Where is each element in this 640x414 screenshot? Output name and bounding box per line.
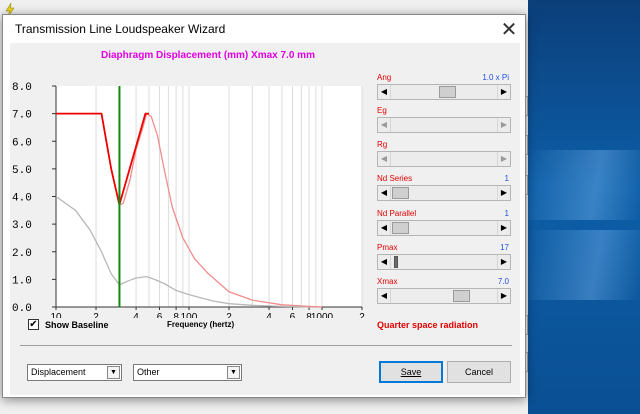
arrow-left-icon[interactable]: ◀ bbox=[378, 85, 391, 99]
arrow-right-icon[interactable]: ▶ bbox=[497, 221, 510, 235]
arrow-left-icon[interactable]: ◀ bbox=[378, 221, 391, 235]
show-baseline-label[interactable]: Show Baseline bbox=[45, 320, 109, 330]
slider-value: 1 bbox=[504, 209, 509, 218]
x-tick-label: 2 bbox=[226, 312, 232, 318]
y-tick-label: 6.0 bbox=[12, 137, 32, 149]
x-axis-label: Frequency (hertz) bbox=[167, 320, 235, 329]
scrollbar-track[interactable]: ◀ ▶ bbox=[377, 220, 511, 236]
slider-value: 7.0 bbox=[497, 277, 509, 286]
other-select[interactable]: Other ▼ bbox=[133, 364, 242, 381]
slider-label: Ang bbox=[377, 73, 392, 82]
scrollbar-thumb[interactable] bbox=[392, 187, 409, 199]
x-tick-label: 100 bbox=[181, 312, 198, 318]
arrow-left-icon[interactable]: ◀ bbox=[378, 186, 391, 200]
scrollbar-thumb[interactable] bbox=[394, 256, 398, 268]
title-bar[interactable]: Transmission Line Loudspeaker Wizard ✕ bbox=[3, 15, 525, 43]
chevron-down-icon[interactable]: ▼ bbox=[227, 366, 240, 379]
arrow-right-icon[interactable]: ▶ bbox=[497, 118, 510, 132]
slider-label: Eg bbox=[377, 106, 387, 115]
slider-label: Nd Parallel bbox=[377, 209, 417, 218]
desktop-wallpaper bbox=[528, 0, 640, 414]
x-tick-label: 6 bbox=[290, 312, 296, 318]
scrollbar-thumb[interactable] bbox=[453, 290, 470, 302]
slider-label: Pmax bbox=[377, 243, 398, 252]
slider-label: Rg bbox=[377, 140, 388, 149]
save-button[interactable]: Save bbox=[379, 361, 443, 383]
y-tick-label: 3.0 bbox=[12, 220, 32, 232]
x-tick-label: 6 bbox=[157, 312, 163, 318]
other-select-value: Other bbox=[137, 367, 160, 377]
chart-title: Diaphragm Displacement (mm) Xmax 7.0 mm bbox=[101, 50, 315, 61]
arrow-right-icon[interactable]: ▶ bbox=[497, 152, 510, 166]
divider bbox=[20, 345, 512, 346]
slider-value: 1.0 x Pi bbox=[482, 73, 509, 82]
slider-label: Nd Series bbox=[377, 174, 413, 183]
displacement-chart: 8.07.06.05.04.03.02.01.00.010 2 4 6 8 100 2 4 6 8… bbox=[12, 82, 365, 318]
y-tick-label: 5.0 bbox=[12, 165, 32, 177]
close-button[interactable]: ✕ bbox=[493, 15, 525, 43]
x-tick-label: 4 bbox=[133, 312, 139, 318]
slider-label: Xmax bbox=[377, 277, 398, 286]
close-icon: ✕ bbox=[500, 18, 518, 41]
arrow-right-icon[interactable]: ▶ bbox=[497, 289, 510, 303]
chevron-down-icon[interactable]: ▼ bbox=[107, 366, 120, 379]
plot-type-select[interactable]: Displacement ▼ bbox=[27, 364, 122, 381]
radiation-label: Quarter space radiation bbox=[377, 320, 479, 330]
dialog-client: 8.0 7.0 6.0 5.0 4.0 3.0 2.0 1.0 0.0 10 2 4 6 8 100 2 4 6 8… bbox=[10, 43, 520, 395]
x-tick-label: 2 bbox=[93, 312, 99, 318]
arrow-right-icon[interactable]: ▶ bbox=[497, 85, 510, 99]
scrollbar-track[interactable]: ◀ ▶ bbox=[377, 117, 511, 133]
wizard-dialog: Transmission Line Loudspeaker Wizard ✕ 8… bbox=[2, 14, 526, 398]
arrow-right-icon[interactable]: ▶ bbox=[497, 255, 510, 269]
scrollbar-track[interactable]: ◀ ▶ bbox=[377, 84, 511, 100]
y-tick-label: 0.0 bbox=[12, 303, 32, 315]
y-tick-label: 7.0 bbox=[12, 110, 32, 122]
x-tick-label: 2 bbox=[359, 312, 365, 318]
y-tick-label: 1.0 bbox=[12, 275, 32, 287]
window-title: Transmission Line Loudspeaker Wizard bbox=[15, 22, 226, 36]
y-tick-label: 8.0 bbox=[12, 82, 32, 94]
scrollbar-thumb[interactable] bbox=[392, 222, 409, 234]
scrollbar-track[interactable]: ◀ ▶ bbox=[377, 254, 511, 270]
scrollbar-track[interactable]: ◀ ▶ bbox=[377, 185, 511, 201]
cancel-button[interactable]: Cancel bbox=[447, 361, 511, 383]
arrow-left-icon[interactable]: ◀ bbox=[378, 255, 391, 269]
show-baseline-checkbox[interactable]: ✔ bbox=[28, 319, 39, 330]
scrollbar-track[interactable]: ◀ ▶ bbox=[377, 151, 511, 167]
x-tick-label: 1000 bbox=[311, 312, 334, 318]
arrow-left-icon[interactable]: ◀ bbox=[378, 118, 391, 132]
slider-value: 17 bbox=[500, 243, 509, 252]
arrow-left-icon[interactable]: ◀ bbox=[378, 289, 391, 303]
scrollbar-track[interactable]: ◀ ▶ bbox=[377, 288, 511, 304]
x-tick-label: 4 bbox=[266, 312, 272, 318]
save-button-label: Save bbox=[400, 367, 422, 377]
check-icon: ✔ bbox=[29, 319, 38, 330]
slider-value: 1 bbox=[504, 174, 509, 183]
plot-type-value: Displacement bbox=[31, 367, 86, 377]
scrollbar-thumb[interactable] bbox=[439, 86, 456, 98]
y-tick-label: 4.0 bbox=[12, 193, 32, 205]
cancel-button-label: Cancel bbox=[464, 367, 493, 377]
arrow-left-icon[interactable]: ◀ bbox=[378, 152, 391, 166]
x-tick-label: 10 bbox=[50, 312, 62, 318]
x-tick-label: 8 bbox=[173, 312, 179, 318]
arrow-right-icon[interactable]: ▶ bbox=[497, 186, 510, 200]
y-tick-label: 2.0 bbox=[12, 248, 32, 260]
